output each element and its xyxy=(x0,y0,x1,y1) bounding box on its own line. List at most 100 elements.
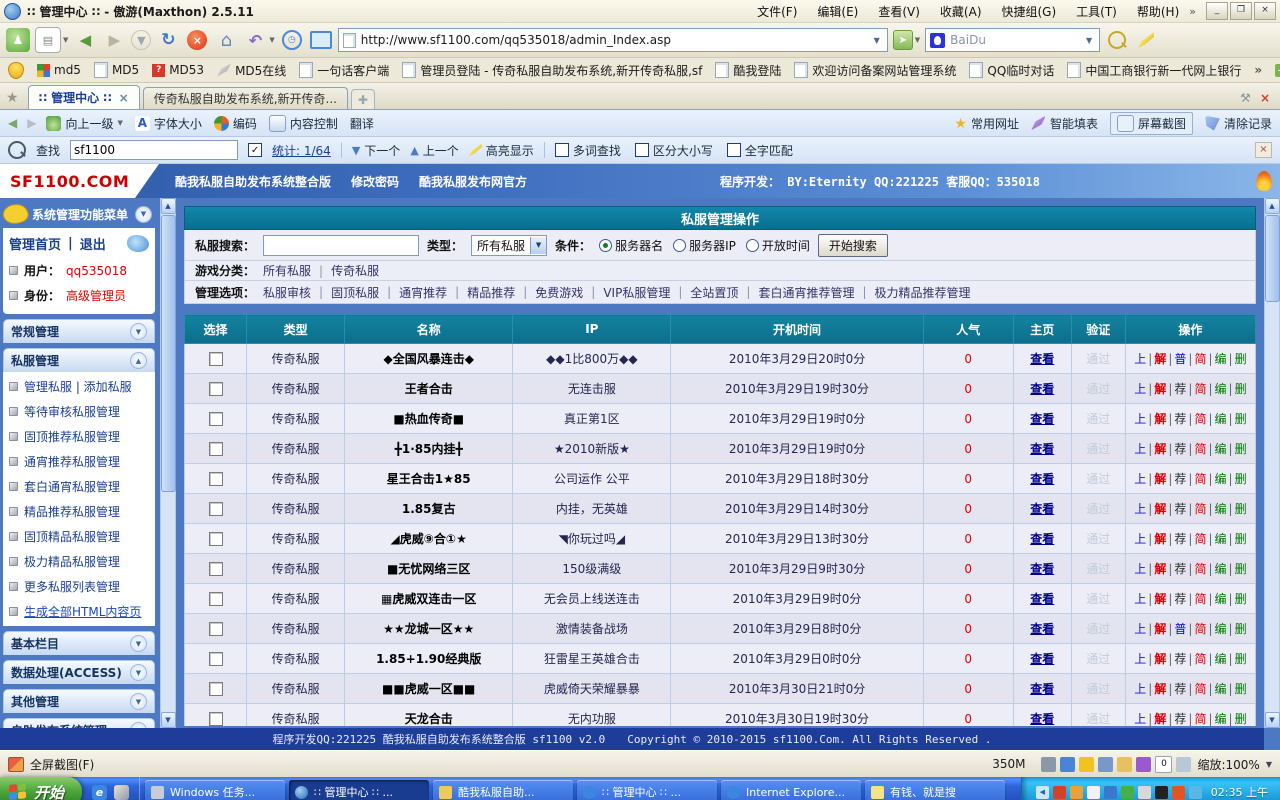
action-edit[interactable]: 编 xyxy=(1215,502,1227,516)
action-up[interactable]: 上 xyxy=(1134,472,1146,486)
go-button[interactable]: ➤ xyxy=(893,30,913,50)
bookmark-item[interactable]: 欢迎访问备案网站管理系统 xyxy=(794,62,956,79)
category-link-0[interactable]: 所有私服 xyxy=(263,262,311,279)
view-link[interactable]: 查看 xyxy=(1013,344,1071,374)
sidebar-section-0[interactable]: 常规管理▼ xyxy=(3,319,155,343)
url-dropdown-icon[interactable]: ▼ xyxy=(871,36,883,45)
bookmark-item[interactable]: md5 xyxy=(37,63,81,77)
row-checkbox[interactable] xyxy=(209,412,223,426)
option-link-1[interactable]: 固顶私服 xyxy=(331,284,379,301)
sidebar-item[interactable]: 精品推荐私服管理 xyxy=(3,499,155,524)
taskbar-task-5[interactable]: 有钱、就是搜 xyxy=(865,780,1005,800)
action-tag[interactable]: 荐 xyxy=(1174,682,1186,696)
action-edit[interactable]: 编 xyxy=(1215,532,1227,546)
bookmark-item[interactable]: MD5 xyxy=(94,62,139,78)
stop-icon[interactable]: × xyxy=(185,28,209,52)
action-delete[interactable]: 删 xyxy=(1235,352,1247,366)
action-delete[interactable]: 删 xyxy=(1235,442,1247,456)
action-edit[interactable]: 编 xyxy=(1215,622,1227,636)
pen-quicklaunch-icon[interactable] xyxy=(114,785,129,800)
scroll-down-icon[interactable]: ▼ xyxy=(161,712,176,728)
view-link[interactable]: 查看 xyxy=(1013,614,1071,644)
qq-tray-icon[interactable] xyxy=(1155,786,1168,799)
action-delete[interactable]: 删 xyxy=(1235,532,1247,546)
address-bar[interactable]: http://www.sf1100.com/qq535018/admin_Ind… xyxy=(338,28,888,52)
radio-option-2[interactable]: 开放时间 xyxy=(746,237,810,254)
chevron-up-icon[interactable]: ▲ xyxy=(130,352,147,369)
site-logo[interactable]: SF1100.COM xyxy=(10,172,129,191)
small-forward-icon[interactable]: ▶ xyxy=(27,116,36,130)
site-link-1[interactable]: 修改密码 xyxy=(351,173,399,190)
action-tag[interactable]: 荐 xyxy=(1174,532,1186,546)
window-list-icon[interactable] xyxy=(309,28,333,52)
view-link[interactable]: 查看 xyxy=(1013,374,1071,404)
row-checkbox[interactable] xyxy=(209,622,223,636)
bookmarks-overflow-icon[interactable]: » xyxy=(1254,63,1262,77)
sidebar-item[interactable]: 管理私服 | 添加私服 xyxy=(3,374,155,399)
action-up[interactable]: 上 xyxy=(1134,682,1146,696)
tab-1[interactable]: 传奇私服自助发布系统,新开传奇... xyxy=(143,87,348,109)
action-up[interactable]: 上 xyxy=(1134,442,1146,456)
action-simple[interactable]: 简 xyxy=(1194,472,1206,486)
action-unlock[interactable]: 解 xyxy=(1154,712,1166,726)
sidebar-item[interactable]: 通宵推荐私服管理 xyxy=(3,449,155,474)
tray-clock[interactable]: 02:35 上午 xyxy=(1211,784,1268,800)
action-delete[interactable]: 删 xyxy=(1235,412,1247,426)
media-player-tray-icon[interactable] xyxy=(1053,786,1066,799)
action-edit[interactable]: 编 xyxy=(1215,562,1227,576)
view-link[interactable]: 查看 xyxy=(1013,404,1071,434)
find-option-0[interactable]: 多词查找 xyxy=(555,142,621,159)
action-simple[interactable]: 简 xyxy=(1194,682,1206,696)
menu-overflow-chevron-icon[interactable]: » xyxy=(1189,5,1196,18)
option-link-5[interactable]: VIP私服管理 xyxy=(603,284,670,301)
folder-icon[interactable] xyxy=(1117,757,1132,772)
find-prev-button[interactable]: ▲上一个 xyxy=(410,142,458,159)
view-link[interactable]: 查看 xyxy=(1013,704,1071,727)
menu-item-6[interactable]: 帮助(H) xyxy=(1137,3,1179,20)
row-checkbox[interactable] xyxy=(209,502,223,516)
sidebar-item-label[interactable]: 固顶推荐私服管理 xyxy=(24,428,120,445)
option-link-2[interactable]: 通宵推荐 xyxy=(399,284,447,301)
sidebar-section-5[interactable]: 自助发布系统管理▲ xyxy=(3,718,155,728)
diamond-icon[interactable] xyxy=(1136,757,1151,772)
row-checkbox[interactable] xyxy=(209,712,223,726)
action-simple[interactable]: 简 xyxy=(1194,622,1206,636)
sidebar-item[interactable]: 套白通宵私服管理 xyxy=(3,474,155,499)
toolbar-item-0[interactable]: 向上一级▼ xyxy=(46,115,122,132)
action-up[interactable]: 上 xyxy=(1134,382,1146,396)
ie-tray-icon[interactable] xyxy=(1189,786,1202,799)
action-delete[interactable]: 删 xyxy=(1235,712,1247,726)
view-link[interactable]: 查看 xyxy=(1013,644,1071,674)
action-edit[interactable]: 编 xyxy=(1215,472,1227,486)
action-tag[interactable]: 荐 xyxy=(1174,592,1186,606)
enhance-button[interactable]: +增强功能 xyxy=(1275,62,1280,79)
radio-option-0[interactable]: 服务器名 xyxy=(599,237,663,254)
action-edit[interactable]: 编 xyxy=(1215,412,1227,426)
taskbar-task-1[interactable]: ∷ 管理中心 ∷ ... xyxy=(289,780,429,800)
home-link[interactable]: 管理首页 xyxy=(9,234,61,253)
sidebar-item[interactable]: 固顶推荐私服管理 xyxy=(3,424,155,449)
chevron-down-icon[interactable]: ▼ xyxy=(130,635,147,652)
tab-0[interactable]: ∷ 管理中心 ∷× xyxy=(28,85,140,109)
url-text[interactable]: http://www.sf1100.com/qq535018/admin_Ind… xyxy=(361,33,671,47)
view-link[interactable]: 查看 xyxy=(1013,674,1071,704)
search-dropdown-icon[interactable]: ▼ xyxy=(1083,36,1095,45)
sidebar-item-label[interactable]: 更多私服列表管理 xyxy=(24,578,120,595)
find-option-1[interactable]: 区分大小写 xyxy=(635,142,713,159)
action-simple[interactable]: 简 xyxy=(1194,652,1206,666)
start-button[interactable]: 开始 xyxy=(0,777,82,800)
zoom-level[interactable]: 缩放:100% xyxy=(1197,756,1259,773)
action-unlock[interactable]: 解 xyxy=(1154,502,1166,516)
site-link-0[interactable]: 酷我私服自助发布系统整合版 xyxy=(175,173,331,190)
action-unlock[interactable]: 解 xyxy=(1154,382,1166,396)
lightning-icon[interactable] xyxy=(1079,757,1094,772)
chevron-down-icon[interactable]: ▼ xyxy=(130,664,147,681)
action-edit[interactable]: 编 xyxy=(1215,712,1227,726)
bookmark-item[interactable]: 中国工商银行新一代网上银行 xyxy=(1067,62,1241,79)
view-link[interactable]: 查看 xyxy=(1013,464,1071,494)
find-stats-link[interactable]: 统计: 1/64 xyxy=(272,142,331,159)
action-simple[interactable]: 简 xyxy=(1194,562,1206,576)
bookmark-item[interactable]: 酷我登陆 xyxy=(715,62,781,79)
action-edit[interactable]: 编 xyxy=(1215,592,1227,606)
new-tab-button[interactable]: ✚ xyxy=(351,89,375,109)
